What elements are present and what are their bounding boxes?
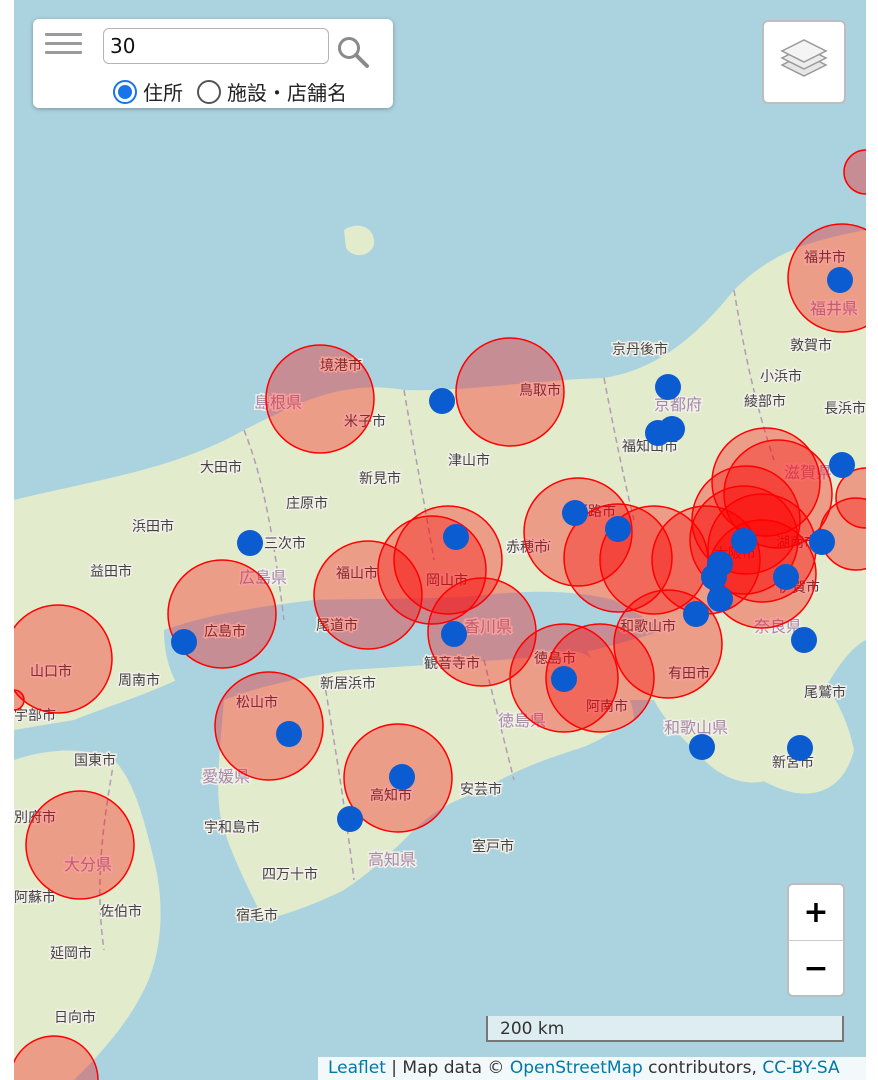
place-label: 京丹後市 — [612, 341, 668, 358]
license-link[interactable]: CC-BY-SA — [762, 1058, 839, 1078]
location-marker[interactable] — [562, 500, 588, 526]
layers-button[interactable] — [762, 20, 846, 104]
location-marker[interactable] — [429, 388, 455, 414]
location-marker[interactable] — [337, 806, 363, 832]
scale-bar: 200 km — [486, 1016, 844, 1042]
location-marker[interactable] — [791, 627, 817, 653]
place-label: 宿毛市 — [236, 907, 278, 924]
place-label: 和歌山県 — [664, 718, 728, 737]
coverage-circle[interactable] — [214, 671, 324, 781]
location-marker[interactable] — [689, 734, 715, 760]
coverage-circle[interactable] — [265, 344, 375, 454]
search-panel: 住所 施設・店舗名 — [33, 19, 393, 108]
place-label: 佐伯市 — [100, 903, 142, 920]
zoom-control: + − — [787, 883, 845, 997]
attribution-contributors: contributors, — [642, 1058, 763, 1078]
location-marker[interactable] — [443, 524, 469, 550]
place-label: 尾鷲市 — [804, 684, 846, 701]
leaflet-link[interactable]: Leaflet — [328, 1058, 386, 1078]
place-label: 新見市 — [359, 470, 401, 487]
place-label: 宇和島市 — [204, 819, 260, 836]
place-label: 津山市 — [448, 452, 490, 469]
place-label: 綾部市 — [744, 393, 786, 410]
location-marker[interactable] — [701, 564, 727, 590]
place-label: 新居浜市 — [320, 675, 376, 692]
search-input[interactable] — [103, 28, 329, 64]
zoom-out-button[interactable]: − — [789, 941, 843, 995]
place-label: 浜田市 — [132, 518, 174, 535]
location-marker[interactable] — [773, 564, 799, 590]
location-marker[interactable] — [551, 666, 577, 692]
location-marker[interactable] — [605, 516, 631, 542]
place-label: 長浜市 — [824, 400, 866, 417]
attribution-sep: | Map data © — [385, 1058, 510, 1078]
location-marker[interactable] — [787, 735, 813, 761]
location-marker[interactable] — [655, 374, 681, 400]
land-oki-island — [344, 225, 375, 256]
location-marker[interactable] — [731, 528, 757, 554]
radio-address[interactable] — [113, 79, 137, 104]
location-marker[interactable] — [171, 629, 197, 655]
search-icon[interactable] — [336, 35, 370, 69]
place-label: 安芸市 — [460, 781, 502, 798]
place-label: 国東市 — [74, 752, 116, 769]
place-label: 三次市 — [264, 535, 306, 552]
place-label: 小浜市 — [760, 368, 802, 385]
attribution: Leaflet | Map data © OpenStreetMap contr… — [318, 1057, 866, 1080]
location-marker[interactable] — [659, 416, 685, 442]
place-label: 周南市 — [118, 672, 160, 689]
place-label: 日向市 — [54, 1009, 96, 1026]
radio-facility-label[interactable]: 施設・店舗名 — [227, 77, 347, 106]
location-marker[interactable] — [707, 586, 733, 612]
place-label: 益田市 — [90, 563, 132, 580]
location-marker[interactable] — [829, 452, 855, 478]
map-canvas[interactable]: 境港市米子市鳥取市島根県大田市浜田市益田市山口市周南市宇部市三次市庄原市新見市津… — [14, 0, 866, 1080]
place-label: 四万十市 — [262, 866, 318, 883]
map-view[interactable]: 境港市 米子市 鳥取市 島根県 大田市 浜田市 益田市 山口市 周南市 宇部市 三次市 庄原市 新見市津… — [14, 0, 866, 1080]
location-marker[interactable] — [237, 530, 263, 556]
scale-label: 200 km — [500, 1019, 565, 1039]
search-mode-group: 住所 施設・店舗名 — [113, 77, 347, 106]
location-marker[interactable] — [389, 764, 415, 790]
osm-link[interactable]: OpenStreetMap — [510, 1058, 643, 1078]
hamburger-menu-icon[interactable] — [45, 33, 82, 55]
radio-facility[interactable] — [197, 79, 221, 104]
location-marker[interactable] — [827, 267, 853, 293]
place-label: 阿蘇市 — [14, 889, 56, 906]
place-label: 庄原市 — [286, 495, 328, 512]
radio-address-label[interactable]: 住所 — [143, 77, 183, 106]
coverage-circle[interactable] — [14, 604, 113, 714]
location-marker[interactable] — [683, 601, 709, 627]
place-label: 大田市 — [200, 459, 242, 476]
place-label: 延岡市 — [50, 945, 92, 962]
place-label: 敦賀市 — [790, 337, 832, 354]
location-marker[interactable] — [441, 621, 467, 647]
coverage-circle[interactable] — [843, 149, 866, 195]
location-marker[interactable] — [809, 529, 835, 555]
layers-icon — [780, 39, 828, 77]
coverage-circle[interactable] — [393, 505, 503, 615]
zoom-in-button[interactable]: + — [789, 885, 843, 941]
place-label: 室戸市 — [472, 838, 514, 855]
place-label: 高知県 — [368, 850, 416, 869]
location-marker[interactable] — [276, 721, 302, 747]
coverage-circle[interactable] — [455, 337, 565, 447]
coverage-circle[interactable] — [25, 790, 135, 900]
